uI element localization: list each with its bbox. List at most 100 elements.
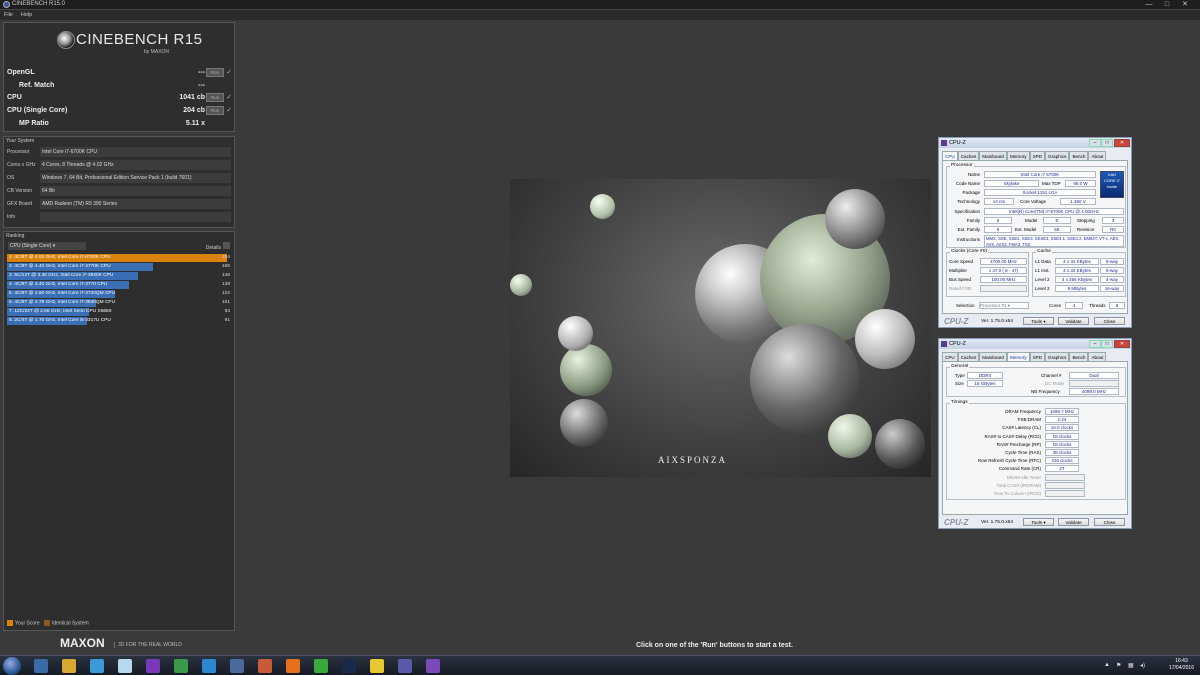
system-row: CB Version 64 Bit: [6, 186, 232, 196]
validate-button[interactable]: Validate: [1058, 518, 1089, 526]
system-key: OS: [7, 175, 15, 181]
ranking-row[interactable]: 1. 4C/8T @ 4.02 GHz, Intel Core i7-6700K…: [7, 254, 233, 262]
details-toggle-icon: [223, 242, 230, 249]
steam-icon[interactable]: [342, 659, 356, 673]
tab-caches[interactable]: Caches: [957, 352, 980, 361]
maximize-button[interactable]: □: [1101, 340, 1113, 348]
folders-icon[interactable]: [370, 659, 384, 673]
firefox-icon[interactable]: [286, 659, 300, 673]
network-icon[interactable]: ▦: [1128, 662, 1134, 669]
close-button[interactable]: ✕: [1114, 139, 1130, 147]
tab-about[interactable]: About: [1088, 352, 1107, 361]
tab-bench[interactable]: Bench: [1069, 151, 1089, 160]
network-icon[interactable]: [202, 659, 216, 673]
volume-icon[interactable]: ◂): [1140, 662, 1145, 669]
cpuz-version: Ver. 1.75.0.x64: [981, 520, 1014, 525]
visual-studio-icon[interactable]: [146, 659, 160, 673]
ext-family-value: 6: [984, 226, 1012, 233]
menu-file[interactable]: File: [4, 10, 13, 20]
nb-frequency-value: 4099.0 MHz: [1069, 388, 1119, 395]
tab-spd[interactable]: SPD: [1029, 352, 1046, 361]
paint-icon[interactable]: [118, 659, 132, 673]
ranking-row[interactable]: 3. 6C/12T @ 3.30 GHz, Intel Core i7-3930…: [7, 272, 233, 280]
score-row-opengl: OpenGL --- Run ✓: [7, 68, 233, 79]
minimize-button[interactable]: —: [1142, 0, 1156, 10]
timing-label: Command Rate (CR): [998, 466, 1041, 472]
cpuz-memory-content: General Type DDR4 Channel # Dual Size 16…: [942, 361, 1128, 515]
tools-button[interactable]: Tools ▾: [1023, 317, 1054, 325]
cpuz-icon[interactable]: [426, 659, 440, 673]
ext-model-value: 5E: [1043, 226, 1071, 233]
close-button[interactable]: Close: [1094, 518, 1125, 526]
flag-icon[interactable]: ⚑: [1116, 662, 1121, 669]
field-label: Multiplier: [949, 268, 968, 273]
tab-about[interactable]: About: [1088, 151, 1107, 160]
xbox-icon[interactable]: [314, 659, 328, 673]
run-cpu-button[interactable]: Run: [206, 93, 224, 102]
tab-memory[interactable]: Memory: [1007, 352, 1030, 361]
tray-arrow-icon[interactable]: ▲: [1104, 662, 1110, 668]
tab-graphics[interactable]: Graphics: [1045, 151, 1070, 160]
processor-select[interactable]: Processor #1 ▾: [979, 302, 1029, 309]
run-opengl-button[interactable]: Run: [206, 68, 224, 77]
clock[interactable]: 16:43 17/04/2016: [1169, 658, 1194, 672]
ranking-row[interactable]: 5. 4C/8T @ 2.60 GHz, Intel Core i7-3720Q…: [7, 290, 233, 298]
field-label: Threads: [1089, 303, 1106, 308]
system-row: OS Windows 7, 64 Bit, Professional Editio…: [6, 173, 232, 183]
l3-way: 16-way: [1100, 285, 1124, 292]
tab-mainboard[interactable]: Mainboard: [979, 352, 1007, 361]
tab-mainboard[interactable]: Mainboard: [979, 151, 1007, 160]
field-label: Code Name: [955, 181, 980, 186]
run-cpu-single-button[interactable]: Run: [206, 106, 224, 115]
field-label: L1 Data: [1035, 259, 1051, 264]
spreadsheet-icon[interactable]: [174, 659, 188, 673]
check-icon[interactable]: ✓: [226, 68, 232, 76]
validate-button[interactable]: Validate: [1058, 317, 1089, 325]
maximize-button[interactable]: □: [1160, 0, 1174, 10]
clock-time: 16:43: [1175, 658, 1188, 664]
start-button[interactable]: [3, 657, 21, 675]
explorer-icon[interactable]: [34, 659, 48, 673]
ranking-row[interactable]: 8. 2C/4T @ 1.70 GHz, Intel Core i5-3317U…: [7, 317, 233, 325]
tab-memory[interactable]: Memory: [1007, 151, 1030, 160]
folder-icon[interactable]: [62, 659, 76, 673]
processor-select-value: Processor #1: [980, 303, 1007, 308]
window-titlebar: CINEBENCH R15.0 — □ ✕: [0, 0, 1200, 10]
close-button[interactable]: ✕: [1114, 340, 1130, 348]
close-button[interactable]: ✕: [1178, 0, 1192, 10]
l1-inst-value: 4 x 32 KBytes: [1055, 267, 1099, 274]
tools-icon[interactable]: [258, 659, 272, 673]
tab-graphics[interactable]: Graphics: [1045, 352, 1070, 361]
timing-value: [1045, 490, 1085, 497]
tab-spd[interactable]: SPD: [1029, 151, 1046, 160]
minimize-button[interactable]: –: [1089, 340, 1101, 348]
maximize-button[interactable]: □: [1101, 139, 1113, 147]
voltage-value: 1.360 V: [1060, 198, 1096, 205]
close-button[interactable]: Close: [1094, 317, 1125, 325]
minimize-button[interactable]: –: [1089, 139, 1101, 147]
timing-label: CAS# Latency (CL): [1002, 425, 1041, 431]
system-icon[interactable]: [230, 659, 244, 673]
notepad-icon[interactable]: [90, 659, 104, 673]
ranking-row[interactable]: 2. 4C/8T @ 4.40 GHz, Intel Core i7-4770K…: [7, 263, 233, 271]
ranking-label: 6. 4C/8T @ 2.79 GHz, Intel Core i7-3840Q…: [9, 300, 116, 305]
cinebench-icon[interactable]: [398, 659, 412, 673]
details-button[interactable]: Details: [206, 242, 230, 251]
system-value: Intel Core i7-6700K CPU: [40, 147, 231, 157]
ranking-row[interactable]: 7. 12C/24T @ 2.66 GHz, Intel Xeon CPU X5…: [7, 308, 233, 316]
menu-help[interactable]: Help: [21, 10, 32, 20]
tab-cpu[interactable]: CPU: [942, 151, 958, 160]
field-label: Stepping: [1077, 218, 1095, 223]
ranking-select[interactable]: CPU (Single Core) ▾: [8, 242, 86, 250]
check-icon[interactable]: ✓: [226, 106, 232, 114]
check-icon[interactable]: ✓: [226, 93, 232, 101]
info-input[interactable]: [40, 212, 231, 222]
ranking-row[interactable]: 4. 4C/8T @ 3.40 GHz, Intel Core i7-3770 …: [7, 281, 233, 289]
tab-caches[interactable]: Caches: [957, 151, 980, 160]
ranking-row[interactable]: 6. 4C/8T @ 2.79 GHz, Intel Core i7-3840Q…: [7, 299, 233, 307]
your-system-panel: Your System Processor Intel Core i7-6700K…: [3, 136, 235, 228]
cpu-name-value: Intel Core i7 6700K: [984, 171, 1096, 178]
tools-button[interactable]: Tools ▾: [1023, 518, 1054, 526]
tab-bench[interactable]: Bench: [1069, 352, 1089, 361]
tab-cpu[interactable]: CPU: [942, 352, 958, 361]
